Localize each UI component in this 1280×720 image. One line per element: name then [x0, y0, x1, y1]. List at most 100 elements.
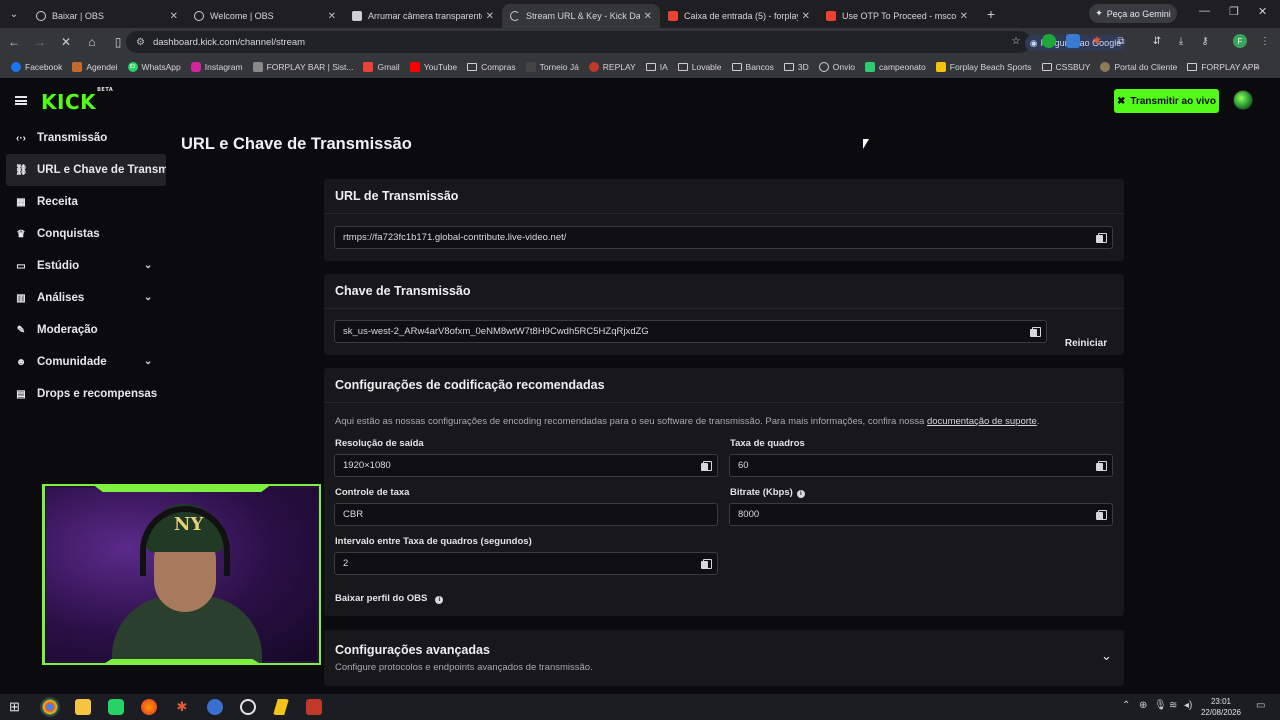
chevron-down-icon[interactable]: ⌄: [144, 292, 152, 303]
stop-loading-icon[interactable]: ✕: [54, 30, 78, 54]
bookmark-agendei[interactable]: Agendei: [67, 62, 122, 72]
windows-start-icon[interactable]: ⊞: [9, 699, 25, 715]
chevron-down-icon[interactable]: ⌄: [144, 356, 152, 367]
tray-app-icon[interactable]: ⊕: [1139, 700, 1147, 711]
gemini-button[interactable]: ✦ Peça ao Gemini: [1089, 4, 1177, 23]
firefox-icon[interactable]: [141, 699, 157, 715]
close-tab-icon[interactable]: ✕: [170, 11, 178, 22]
extensions-puzzle-icon[interactable]: ⧉: [1114, 34, 1128, 48]
tray-up-arrow-icon[interactable]: ⌃: [1122, 700, 1130, 711]
chrome-icon[interactable]: [40, 697, 60, 717]
profile-avatar-icon[interactable]: F: [1233, 34, 1247, 48]
bookmark-campeonato[interactable]: campeonato: [860, 62, 931, 72]
tab-baixar-obs[interactable]: Baixar | OBS ✕: [28, 4, 186, 28]
sidebar-item-receita[interactable]: ▦ Receita: [0, 186, 172, 218]
url-bar[interactable]: ⚙ dashboard.kick.com/channel/stream ◉ Per…: [126, 31, 1126, 53]
more-menu-icon[interactable]: ⋮: [1258, 34, 1272, 48]
sidebar-item-url-chave[interactable]: ⛓URL e Chave de Transmissão: [6, 154, 166, 186]
stream-url-field[interactable]: rtmps://fa723fc1b171.global-contribute.l…: [334, 226, 1113, 249]
sidebar-item-conquistas[interactable]: ♛ Conquistas: [0, 218, 172, 250]
chevron-down-icon[interactable]: ⌄: [1101, 648, 1112, 664]
sidebar-item-estudio[interactable]: ▭ Estúdio ⌄: [0, 250, 172, 282]
file-explorer-icon[interactable]: [75, 699, 91, 715]
go-live-button[interactable]: ✖ Transmitir ao vivo: [1114, 89, 1219, 113]
info-icon[interactable]: i: [796, 490, 805, 498]
fps-field[interactable]: 60: [729, 454, 1113, 477]
app-icon[interactable]: [207, 699, 223, 715]
obs-icon[interactable]: [240, 699, 256, 715]
bookmark-forplay-beach[interactable]: Forplay Beach Sports: [931, 62, 1037, 72]
bookmark-cssbuy[interactable]: CSSBUY: [1037, 62, 1096, 72]
bookmark-forplay-bar[interactable]: FORPLAY BAR | Sist...: [248, 62, 359, 72]
close-tab-icon[interactable]: ✕: [328, 11, 336, 22]
download-icon[interactable]: ⤓: [1174, 34, 1188, 48]
sidebar-item-drops[interactable]: ▤ Drops e recompensas: [0, 378, 172, 410]
menu-hamburger-icon[interactable]: [15, 96, 27, 105]
tab-arrumar-camera[interactable]: Arrumar câmera transparente (✕: [344, 4, 502, 28]
forward-arrow-icon[interactable]: →: [28, 30, 52, 54]
bookmark-3d[interactable]: 3D: [779, 62, 814, 72]
advanced-settings-card[interactable]: Configurações avançadas Configure protoc…: [324, 630, 1124, 686]
user-avatar[interactable]: [1233, 90, 1253, 110]
close-tab-icon[interactable]: ✕: [802, 11, 810, 22]
bookmark-gmail[interactable]: Gmail: [358, 62, 404, 72]
copy-icon[interactable]: [1096, 510, 1107, 520]
tab-kick-dashboard[interactable]: Stream URL & Key - Kick Dashb✕: [502, 4, 660, 28]
tab-search-icon[interactable]: ⌄: [0, 0, 28, 28]
password-key-icon[interactable]: ⚷: [1198, 34, 1212, 48]
obs-profile-download[interactable]: Baixar perfil do OBS i: [335, 593, 444, 604]
claude-icon[interactable]: ✱: [174, 699, 190, 715]
bookmark-facebook[interactable]: Facebook: [6, 62, 67, 72]
reset-key-button[interactable]: Reiniciar: [1056, 332, 1116, 355]
bookmarks-overflow-icon[interactable]: »: [1250, 62, 1265, 72]
chevron-down-icon[interactable]: ⌄: [144, 260, 152, 271]
sidebar-item-analises[interactable]: ▥ Análises ⌄: [0, 282, 172, 314]
site-info-icon[interactable]: ⚙: [136, 37, 145, 48]
new-tab-button[interactable]: +: [980, 3, 1002, 25]
bookmark-lovable[interactable]: Lovable: [673, 62, 727, 72]
stream-key-field[interactable]: sk_us-west-2_ARw4arV8ofxm_0eNM8wtW7t8H9C…: [334, 320, 1047, 343]
kick-logo[interactable]: KICKBETA: [41, 87, 113, 114]
home-icon[interactable]: ⌂: [80, 30, 104, 54]
sidebar-item-comunidade[interactable]: ☻ Comunidade ⌄: [0, 346, 172, 378]
support-docs-link[interactable]: documentação de suporte: [927, 416, 1037, 427]
copy-icon[interactable]: [1096, 461, 1107, 471]
winrar-icon[interactable]: [306, 699, 322, 715]
bookmark-onvio[interactable]: Onvio: [814, 62, 860, 72]
bookmark-bancos[interactable]: Bancos: [727, 62, 779, 72]
copy-icon[interactable]: [701, 559, 712, 569]
wifi-icon[interactable]: ≋: [1169, 700, 1177, 711]
copy-icon[interactable]: [1096, 233, 1107, 243]
taskbar-clock[interactable]: 23:01 22/08/2026: [1196, 696, 1246, 718]
bookmark-ia[interactable]: IA: [641, 62, 673, 72]
keyframe-field[interactable]: 2: [334, 552, 718, 575]
bookmark-compras[interactable]: Compras: [462, 62, 520, 72]
copy-icon[interactable]: [701, 461, 712, 471]
volume-icon[interactable]: ◂): [1184, 700, 1192, 711]
bookmark-portal-cliente[interactable]: Portal do Cliente: [1095, 62, 1182, 72]
app-icon[interactable]: [273, 699, 289, 715]
restore-icon[interactable]: ❐: [1229, 5, 1239, 18]
bookmark-whatsapp[interactable]: 83 WhatsApp: [123, 62, 186, 72]
close-window-icon[interactable]: ✕: [1258, 5, 1267, 18]
copy-icon[interactable]: [1030, 327, 1041, 337]
profile-switch-icon[interactable]: ⇵: [1150, 34, 1164, 48]
extension-green-icon[interactable]: [1042, 34, 1056, 48]
resolution-field[interactable]: 1920×1080: [334, 454, 718, 477]
back-arrow-icon[interactable]: ←: [2, 30, 26, 54]
sidebar-item-moderacao[interactable]: ✎ Moderação: [0, 314, 172, 346]
bookmark-star-icon[interactable]: ☆: [1009, 34, 1023, 48]
bookmark-youtube[interactable]: YouTube: [405, 62, 462, 72]
tab-welcome-obs[interactable]: Welcome | OBS ✕: [186, 4, 344, 28]
minimize-icon[interactable]: —: [1199, 5, 1210, 17]
bookmark-instagram[interactable]: Instagram: [186, 62, 248, 72]
tab-gmail-inbox[interactable]: Caixa de entrada (5) - forplayb ✕: [660, 4, 818, 28]
microphone-icon[interactable]: 🎙︎: [1154, 700, 1167, 711]
notifications-icon[interactable]: ▭: [1256, 700, 1265, 711]
close-tab-icon[interactable]: ✕: [960, 11, 968, 22]
tab-otp[interactable]: Use OTP To Proceed - msconc ✕: [818, 4, 976, 28]
info-icon[interactable]: i: [435, 596, 444, 604]
close-tab-icon[interactable]: ✕: [486, 11, 494, 22]
rate-control-field[interactable]: CBR: [334, 503, 718, 526]
extension-blue-icon[interactable]: [1066, 34, 1080, 48]
